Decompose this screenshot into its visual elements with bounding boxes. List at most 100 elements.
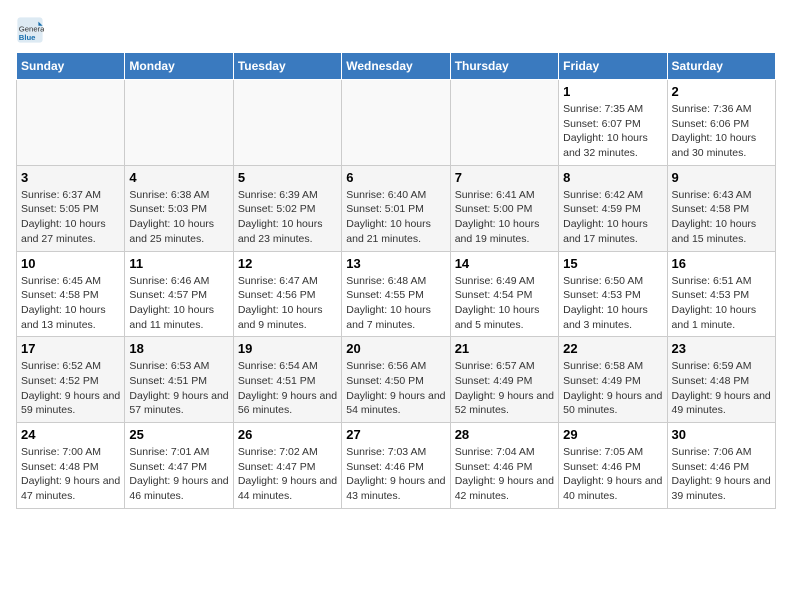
day-info: Sunrise: 7:02 AM Sunset: 4:47 PM Dayligh…	[238, 445, 337, 504]
dow-header: Thursday	[450, 53, 558, 80]
calendar-cell: 12 Sunrise: 6:47 AM Sunset: 4:56 PM Dayli…	[233, 251, 341, 337]
calendar-cell: 24 Sunrise: 7:00 AM Sunset: 4:48 PM Dayli…	[17, 423, 125, 509]
day-info: Sunrise: 6:42 AM Sunset: 4:59 PM Dayligh…	[563, 188, 662, 247]
logo: General Blue	[16, 16, 48, 44]
dow-header: Monday	[125, 53, 233, 80]
calendar-cell: 8 Sunrise: 6:42 AM Sunset: 4:59 PM Daylig…	[559, 165, 667, 251]
day-info: Sunrise: 6:54 AM Sunset: 4:51 PM Dayligh…	[238, 359, 337, 418]
day-info: Sunrise: 7:03 AM Sunset: 4:46 PM Dayligh…	[346, 445, 445, 504]
day-number: 30	[672, 427, 771, 442]
logo-icon: General Blue	[16, 16, 44, 44]
calendar-cell: 5 Sunrise: 6:39 AM Sunset: 5:02 PM Daylig…	[233, 165, 341, 251]
day-number: 17	[21, 341, 120, 356]
calendar-cell: 25 Sunrise: 7:01 AM Sunset: 4:47 PM Dayli…	[125, 423, 233, 509]
day-number: 6	[346, 170, 445, 185]
day-number: 9	[672, 170, 771, 185]
day-info: Sunrise: 7:00 AM Sunset: 4:48 PM Dayligh…	[21, 445, 120, 504]
day-info: Sunrise: 7:35 AM Sunset: 6:07 PM Dayligh…	[563, 102, 662, 161]
calendar-cell: 3 Sunrise: 6:37 AM Sunset: 5:05 PM Daylig…	[17, 165, 125, 251]
day-number: 10	[21, 256, 120, 271]
day-number: 12	[238, 256, 337, 271]
day-number: 16	[672, 256, 771, 271]
calendar-cell: 19Sunrise: 6:54 AM Sunset: 4:51 PM Dayli…	[233, 337, 341, 423]
day-info: Sunrise: 7:05 AM Sunset: 4:46 PM Dayligh…	[563, 445, 662, 504]
day-info: Sunrise: 6:39 AM Sunset: 5:02 PM Dayligh…	[238, 188, 337, 247]
day-info: Sunrise: 6:53 AM Sunset: 4:51 PM Dayligh…	[129, 359, 228, 418]
calendar-cell	[233, 80, 341, 166]
calendar-cell: 22 Sunrise: 6:58 AM Sunset: 4:49 PM Dayli…	[559, 337, 667, 423]
calendar-cell: 30 Sunrise: 7:06 AM Sunset: 4:46 PM Dayli…	[667, 423, 775, 509]
day-info: Sunrise: 6:49 AM Sunset: 4:54 PM Dayligh…	[455, 274, 554, 333]
calendar-cell: 26 Sunrise: 7:02 AM Sunset: 4:47 PM Dayli…	[233, 423, 341, 509]
calendar-table: SundayMondayTuesdayWednesdayThursdayFrid…	[16, 52, 776, 509]
day-info: Sunrise: 6:58 AM Sunset: 4:49 PM Dayligh…	[563, 359, 662, 418]
day-info: Sunrise: 6:45 AM Sunset: 4:58 PM Dayligh…	[21, 274, 120, 333]
day-number: 29	[563, 427, 662, 442]
calendar-cell: 7 Sunrise: 6:41 AM Sunset: 5:00 PM Daylig…	[450, 165, 558, 251]
day-number: 21	[455, 341, 554, 356]
calendar-cell: 1 Sunrise: 7:35 AM Sunset: 6:07 PM Daylig…	[559, 80, 667, 166]
day-number: 26	[238, 427, 337, 442]
day-info: Sunrise: 6:40 AM Sunset: 5:01 PM Dayligh…	[346, 188, 445, 247]
day-number: 1	[563, 84, 662, 99]
calendar-cell: 6 Sunrise: 6:40 AM Sunset: 5:01 PM Daylig…	[342, 165, 450, 251]
dow-header: Sunday	[17, 53, 125, 80]
day-number: 7	[455, 170, 554, 185]
header: General Blue	[16, 16, 776, 44]
calendar-cell	[450, 80, 558, 166]
day-info: Sunrise: 6:59 AM Sunset: 4:48 PM Dayligh…	[672, 359, 771, 418]
svg-text:Blue: Blue	[19, 33, 36, 42]
day-number: 20	[346, 341, 445, 356]
calendar-cell: 15 Sunrise: 6:50 AM Sunset: 4:53 PM Dayli…	[559, 251, 667, 337]
dow-header: Friday	[559, 53, 667, 80]
day-info: Sunrise: 6:38 AM Sunset: 5:03 PM Dayligh…	[129, 188, 228, 247]
day-info: Sunrise: 6:43 AM Sunset: 4:58 PM Dayligh…	[672, 188, 771, 247]
day-info: Sunrise: 6:50 AM Sunset: 4:53 PM Dayligh…	[563, 274, 662, 333]
calendar-cell	[342, 80, 450, 166]
calendar-cell: 13 Sunrise: 6:48 AM Sunset: 4:55 PM Dayli…	[342, 251, 450, 337]
day-number: 2	[672, 84, 771, 99]
day-number: 15	[563, 256, 662, 271]
day-info: Sunrise: 6:52 AM Sunset: 4:52 PM Dayligh…	[21, 359, 120, 418]
dow-header: Wednesday	[342, 53, 450, 80]
calendar-cell: 28Sunrise: 7:04 AM Sunset: 4:46 PM Dayli…	[450, 423, 558, 509]
day-number: 14	[455, 256, 554, 271]
day-info: Sunrise: 6:41 AM Sunset: 5:00 PM Dayligh…	[455, 188, 554, 247]
calendar-cell: 23 Sunrise: 6:59 AM Sunset: 4:48 PM Dayli…	[667, 337, 775, 423]
day-number: 3	[21, 170, 120, 185]
day-number: 5	[238, 170, 337, 185]
calendar-cell: 21 Sunrise: 6:57 AM Sunset: 4:49 PM Dayli…	[450, 337, 558, 423]
day-info: Sunrise: 7:04 AM Sunset: 4:46 PM Dayligh…	[455, 445, 554, 504]
calendar-cell: 18 Sunrise: 6:53 AM Sunset: 4:51 PM Dayli…	[125, 337, 233, 423]
day-number: 8	[563, 170, 662, 185]
day-number: 23	[672, 341, 771, 356]
calendar-cell: 11 Sunrise: 6:46 AM Sunset: 4:57 PM Dayli…	[125, 251, 233, 337]
day-info: Sunrise: 6:46 AM Sunset: 4:57 PM Dayligh…	[129, 274, 228, 333]
day-info: Sunrise: 6:56 AM Sunset: 4:50 PM Dayligh…	[346, 359, 445, 418]
dow-header: Saturday	[667, 53, 775, 80]
day-info: Sunrise: 7:36 AM Sunset: 6:06 PM Dayligh…	[672, 102, 771, 161]
day-info: Sunrise: 6:48 AM Sunset: 4:55 PM Dayligh…	[346, 274, 445, 333]
day-number: 24	[21, 427, 120, 442]
day-info: Sunrise: 7:01 AM Sunset: 4:47 PM Dayligh…	[129, 445, 228, 504]
calendar-cell: 2 Sunrise: 7:36 AM Sunset: 6:06 PM Daylig…	[667, 80, 775, 166]
calendar-cell: 9 Sunrise: 6:43 AM Sunset: 4:58 PM Daylig…	[667, 165, 775, 251]
calendar-cell: 20 Sunrise: 6:56 AM Sunset: 4:50 PM Dayli…	[342, 337, 450, 423]
calendar-cell: 16 Sunrise: 6:51 AM Sunset: 4:53 PM Dayli…	[667, 251, 775, 337]
calendar-cell	[125, 80, 233, 166]
day-number: 22	[563, 341, 662, 356]
day-number: 18	[129, 341, 228, 356]
day-number: 11	[129, 256, 228, 271]
calendar-cell: 29 Sunrise: 7:05 AM Sunset: 4:46 PM Dayli…	[559, 423, 667, 509]
dow-header: Tuesday	[233, 53, 341, 80]
day-info: Sunrise: 6:51 AM Sunset: 4:53 PM Dayligh…	[672, 274, 771, 333]
day-info: Sunrise: 6:47 AM Sunset: 4:56 PM Dayligh…	[238, 274, 337, 333]
day-info: Sunrise: 6:57 AM Sunset: 4:49 PM Dayligh…	[455, 359, 554, 418]
day-number: 4	[129, 170, 228, 185]
day-number: 13	[346, 256, 445, 271]
day-number: 25	[129, 427, 228, 442]
calendar-cell: 10 Sunrise: 6:45 AM Sunset: 4:58 PM Dayli…	[17, 251, 125, 337]
day-info: Sunrise: 6:37 AM Sunset: 5:05 PM Dayligh…	[21, 188, 120, 247]
calendar-cell: 27Sunrise: 7:03 AM Sunset: 4:46 PM Dayli…	[342, 423, 450, 509]
day-info: Sunrise: 7:06 AM Sunset: 4:46 PM Dayligh…	[672, 445, 771, 504]
